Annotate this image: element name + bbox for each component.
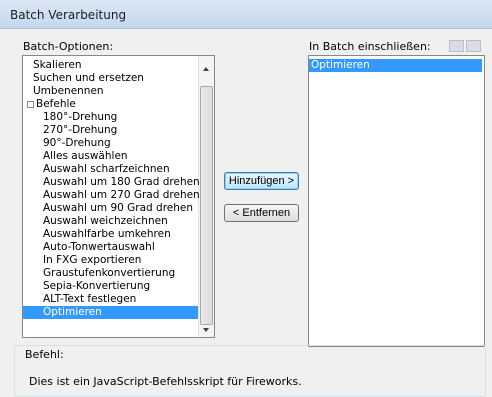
list-item[interactable]: Alles auswählen xyxy=(23,150,198,163)
list-item[interactable]: 270°-Drehung xyxy=(23,124,198,137)
list-item-label: Befehle xyxy=(36,98,76,110)
list-item[interactable]: Sepia-Konvertierung xyxy=(23,280,198,293)
list-item-label: Umbenennen xyxy=(33,85,104,97)
list-item[interactable]: 180°-Drehung xyxy=(23,111,198,124)
list-item-label: ALT-Text festlegen xyxy=(43,293,137,305)
scroll-down-arrow-icon[interactable] xyxy=(203,328,209,332)
scroll-thumb[interactable] xyxy=(200,86,213,325)
list-item[interactable]: Suchen und ersetzen xyxy=(23,72,198,85)
include-in-batch-list[interactable]: Optimieren xyxy=(308,55,485,347)
list-item[interactable]: Optimieren xyxy=(23,306,198,319)
list-item[interactable]: 90°-Drehung xyxy=(23,137,198,150)
move-down-button[interactable] xyxy=(466,40,481,52)
list-item[interactable]: Auswahlfarbe umkehren xyxy=(23,228,198,241)
scrollbar[interactable] xyxy=(198,56,214,337)
list-item-label: 180°-Drehung xyxy=(43,111,118,123)
scroll-up-arrow-icon[interactable] xyxy=(203,67,209,71)
list-item-label: Alles auswählen xyxy=(43,150,128,162)
list-item[interactable]: Auswahl scharfzeichnen xyxy=(23,163,198,176)
list-item-label: Optimieren xyxy=(43,306,102,318)
list-item-label: In FXG exportieren xyxy=(43,254,142,266)
list-item-label: Auswahl um 180 Grad drehen xyxy=(43,176,200,188)
list-item[interactable]: In FXG exportieren xyxy=(23,254,198,267)
list-item[interactable]: Graustufenkonvertierung xyxy=(23,267,198,280)
list-item-label: Sepia-Konvertierung xyxy=(43,280,151,292)
list-item-label: Auswahlfarbe umkehren xyxy=(43,228,171,240)
list-item[interactable]: Befehle xyxy=(23,98,198,111)
list-item-label: Suchen und ersetzen xyxy=(33,72,144,84)
list-item-label: Graustufenkonvertierung xyxy=(43,267,176,279)
list-item[interactable]: Auswahl um 270 Grad drehen xyxy=(23,189,200,202)
add-button[interactable]: Hinzufügen > xyxy=(224,172,299,190)
list-item[interactable]: Auto-Tonwertauswahl xyxy=(23,241,198,254)
list-item-label: Skalieren xyxy=(33,59,82,71)
list-item-label: Auto-Tonwertauswahl xyxy=(43,241,155,253)
list-item[interactable]: ALT-Text festlegen xyxy=(23,293,198,306)
list-item-label: 90°-Drehung xyxy=(43,137,111,149)
batch-dialog: Batch Verarbeitung Batch-Optionen: Skali… xyxy=(0,0,492,397)
list-item-label: 270°-Drehung xyxy=(43,124,118,136)
list-item[interactable]: Umbenennen xyxy=(23,85,198,98)
batch-options-label: Batch-Optionen: xyxy=(23,40,114,53)
list-item[interactable]: Skalieren xyxy=(23,59,198,72)
list-item-label: Auswahl um 90 Grad drehen xyxy=(43,202,194,214)
move-up-button[interactable] xyxy=(449,40,464,52)
window-title: Batch Verarbeitung xyxy=(10,8,127,22)
list-item-label: Auswahl weichzeichnen xyxy=(43,215,168,227)
collapse-icon[interactable] xyxy=(27,101,34,108)
list-item[interactable]: Auswahl weichzeichnen xyxy=(23,215,198,228)
list-item[interactable]: Auswahl um 180 Grad drehen xyxy=(23,176,200,189)
command-description: Dies ist ein JavaScript-Befehlsskript fü… xyxy=(29,375,302,388)
list-item[interactable]: Optimieren xyxy=(309,59,482,72)
list-item-label: Auswahl um 270 Grad drehen xyxy=(43,189,200,201)
list-item[interactable]: Auswahl um 90 Grad drehen xyxy=(23,202,198,215)
list-item-label: Optimieren xyxy=(311,59,370,71)
command-group xyxy=(14,345,486,397)
command-label: Befehl: xyxy=(23,348,66,361)
include-in-batch-label: In Batch einschließen: xyxy=(309,40,431,53)
title-bar: Batch Verarbeitung xyxy=(0,0,492,29)
batch-options-list[interactable]: Skalieren Suchen und ersetzen Umbenennen Be… xyxy=(22,55,215,338)
list-item-label: Auswahl scharfzeichnen xyxy=(43,163,170,175)
remove-button[interactable]: < Entfernen xyxy=(224,204,299,222)
